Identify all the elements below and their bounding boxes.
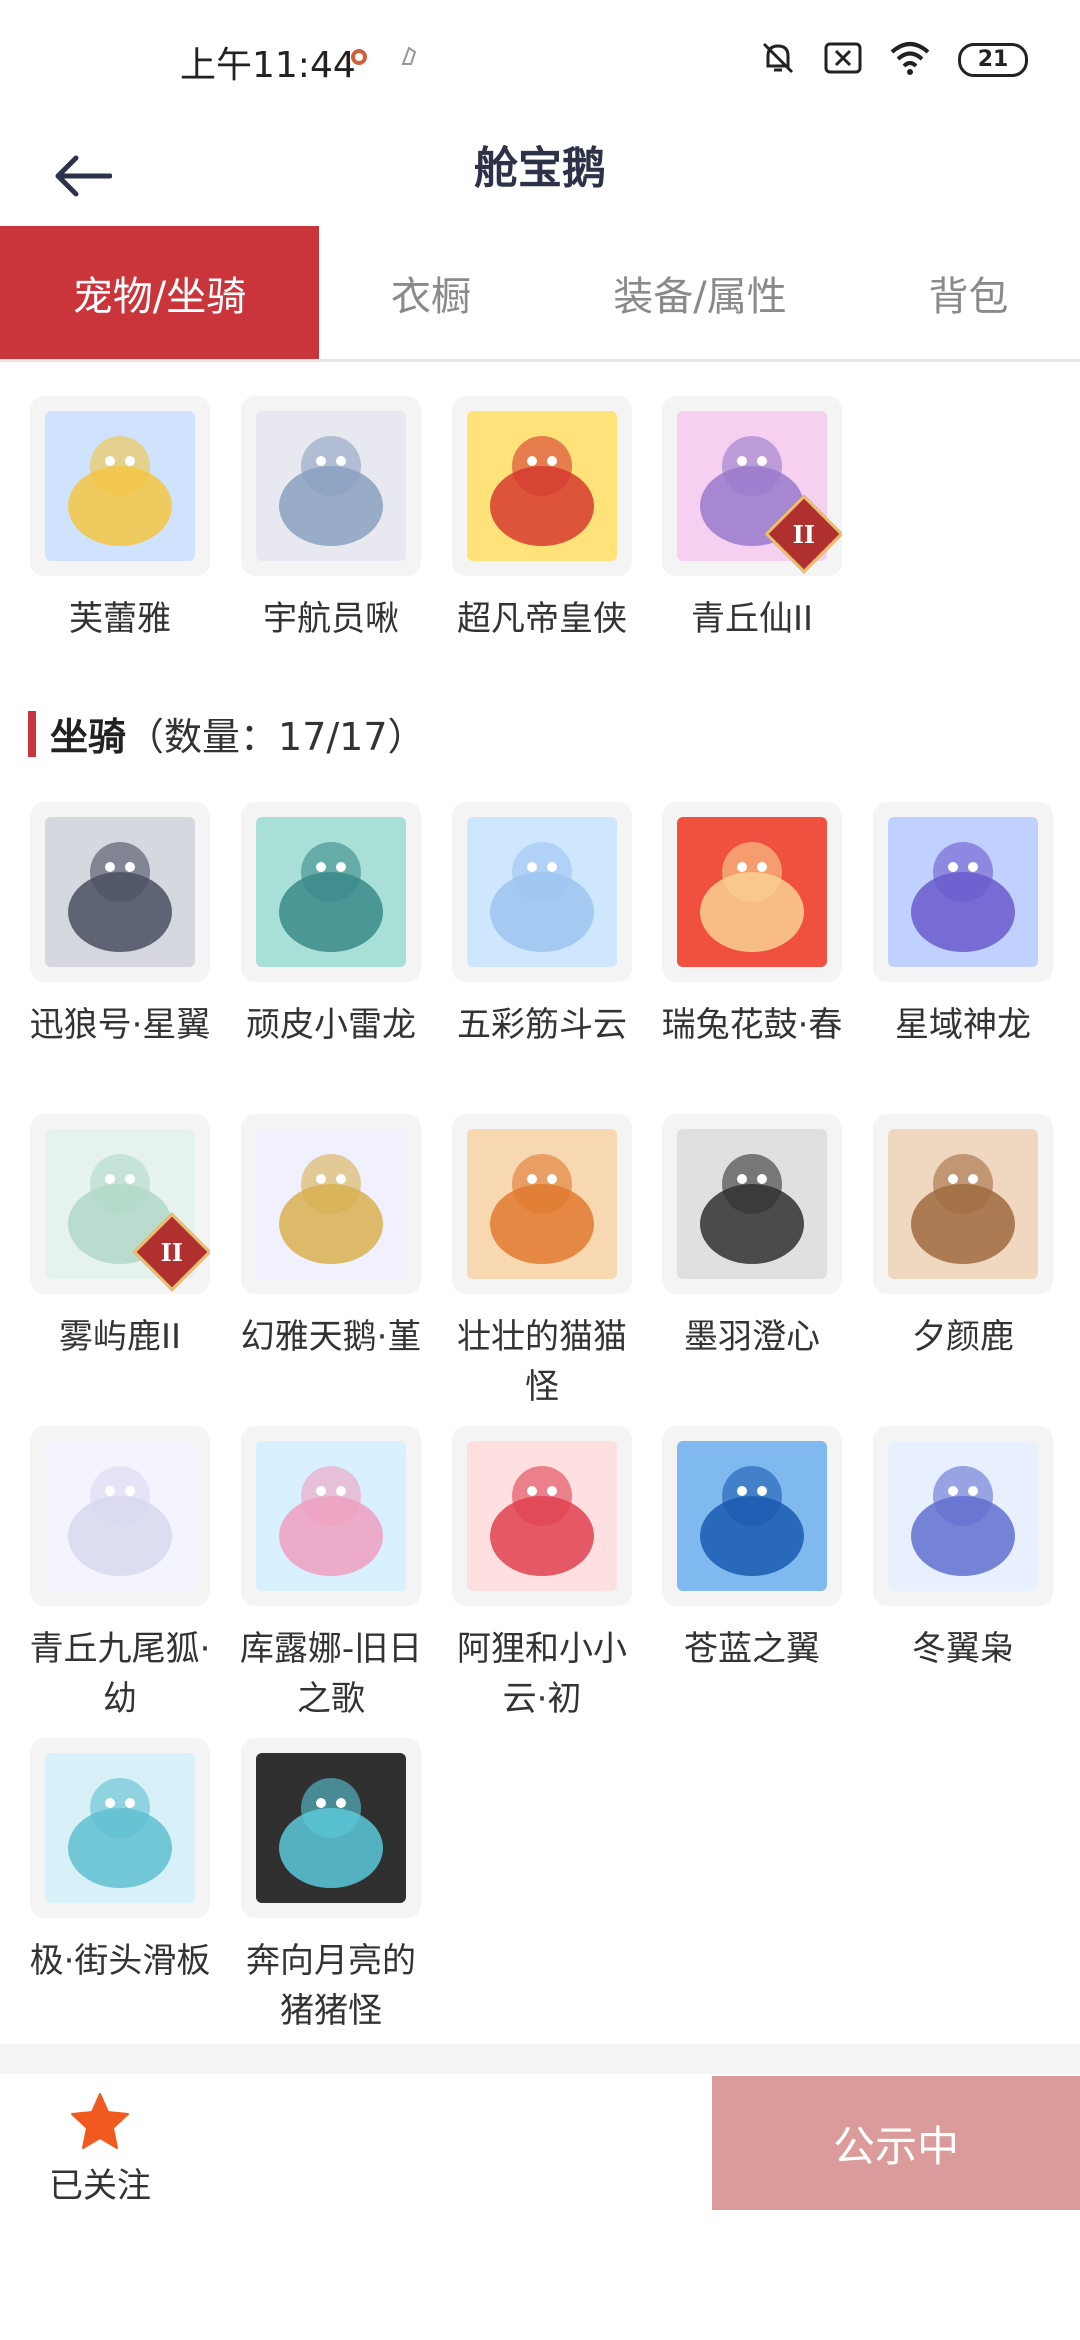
star-icon [71, 2093, 129, 2149]
mount-item[interactable]: 壮壮的猫猫怪 [437, 1114, 647, 1412]
item-name: 库露娜-旧日之歌 [239, 1629, 423, 1719]
mount-item[interactable]: 极·街头滑板 [15, 1738, 225, 1986]
item-thumbnail: II [30, 1114, 210, 1294]
item-name: 阿狸和小小云·初 [457, 1629, 627, 1719]
item-name: 雾屿鹿II [58, 1317, 182, 1357]
item-thumbnail [873, 802, 1053, 982]
notification-icons [345, 42, 423, 70]
follow-label: 已关注 [49, 2166, 151, 2206]
status-bar: 上午11:44 21 [0, 0, 1080, 120]
item-name: 夕颜鹿 [912, 1317, 1014, 1357]
mount-item[interactable]: 顽皮小雷龙 [226, 802, 436, 1050]
item-thumbnail [452, 396, 632, 576]
tab-equipment-attributes[interactable]: 装备/属性 [543, 226, 857, 359]
system-icons: 21 [758, 38, 1028, 82]
section-marker [28, 710, 36, 757]
section-count: （数量：17/17） [126, 715, 426, 759]
item-thumbnail [241, 1114, 421, 1294]
item-name: 芙蕾雅 [69, 599, 171, 639]
item-thumbnail [662, 1426, 842, 1606]
page-title: 舱宝鹅 [474, 143, 606, 194]
mount-item[interactable]: 夕颜鹿 [858, 1114, 1068, 1362]
mount-item[interactable]: 青丘九尾狐·幼 [15, 1426, 225, 1724]
status-time: 上午11:44 [180, 45, 356, 86]
mount-item[interactable]: 奔向月亮的猪猪怪 [226, 1738, 436, 2036]
mount-item[interactable]: 五彩筋斗云 [437, 802, 647, 1050]
follow-button[interactable]: 已关注 [40, 2092, 160, 2207]
mount-item[interactable]: 瑞兔花鼓·春 [647, 802, 857, 1050]
item-name: 青丘仙II [690, 599, 814, 639]
app-notification-icon [395, 42, 423, 70]
app-header: 舱宝鹅 [0, 120, 1080, 226]
mute-bell-icon [758, 38, 798, 82]
item-name: 宇航员啾 [263, 599, 399, 639]
item-thumbnail [30, 1426, 210, 1606]
section-title: 坐骑 [50, 715, 127, 759]
pet-item[interactable]: 芙蕾雅 [15, 396, 225, 644]
pet-item[interactable]: 宇航员啾 [226, 396, 436, 644]
item-thumbnail [662, 802, 842, 982]
item-thumbnail [241, 802, 421, 982]
divider [0, 2044, 1080, 2074]
tab-pets-mounts[interactable]: 宠物/坐骑 [0, 226, 319, 359]
item-thumbnail [241, 1426, 421, 1606]
mount-item[interactable]: 库露娜-旧日之歌 [226, 1426, 436, 1724]
wifi-icon [888, 40, 932, 80]
item-thumbnail [452, 1426, 632, 1606]
pet-item[interactable]: II 青丘仙II [647, 396, 857, 644]
item-thumbnail [662, 1114, 842, 1294]
item-name: 超凡帝皇侠 [457, 599, 627, 639]
item-thumbnail [30, 1738, 210, 1918]
item-name: 星域神龙 [895, 1005, 1031, 1045]
tab-backpack[interactable]: 背包 [857, 226, 1080, 359]
item-name: 奔向月亮的猪猪怪 [246, 1941, 416, 2031]
item-thumbnail [30, 396, 210, 576]
item-name: 幻雅天鹅·堇 [240, 1317, 422, 1357]
mount-item[interactable]: 迅狼号·星翼 [15, 802, 225, 1050]
mount-item[interactable]: 墨羽澄心 [647, 1114, 857, 1362]
item-name: 墨羽澄心 [684, 1317, 820, 1357]
tab-wardrobe[interactable]: 衣橱 [319, 226, 543, 359]
bottom-action-bar: 已关注 公示中 [0, 2074, 1080, 2340]
mount-item[interactable]: 冬翼枭 [858, 1426, 1068, 1674]
mount-item[interactable]: 幻雅天鹅·堇 [226, 1114, 436, 1362]
item-thumbnail [241, 1738, 421, 1918]
item-name: 五彩筋斗云 [457, 1005, 627, 1045]
item-thumbnail [241, 396, 421, 576]
item-name: 壮壮的猫猫怪 [457, 1317, 627, 1407]
pet-item[interactable]: 超凡帝皇侠 [437, 396, 647, 644]
item-thumbnail: II [662, 396, 842, 576]
mounts-section-header: 坐骑 （数量：17/17） [28, 706, 426, 761]
app-notification-icon [345, 42, 373, 70]
item-thumbnail [452, 802, 632, 982]
item-thumbnail [873, 1114, 1053, 1294]
item-name: 苍蓝之翼 [684, 1629, 820, 1669]
no-sim-icon [824, 42, 862, 78]
item-thumbnail [873, 1426, 1053, 1606]
item-name: 迅狼号·星翼 [29, 1005, 211, 1045]
item-thumbnail [30, 802, 210, 982]
battery-indicator: 21 [958, 43, 1028, 77]
mount-item[interactable]: 阿狸和小小云·初 [437, 1426, 647, 1724]
mount-item[interactable]: II 雾屿鹿II [15, 1114, 225, 1362]
mount-item[interactable]: 星域神龙 [858, 802, 1068, 1050]
item-name: 冬翼枭 [912, 1629, 1014, 1669]
public-notice-button[interactable]: 公示中 [712, 2076, 1080, 2210]
item-name: 极·街头滑板 [29, 1941, 211, 1981]
item-name: 顽皮小雷龙 [246, 1005, 416, 1045]
mount-item[interactable]: 苍蓝之翼 [647, 1426, 857, 1674]
tab-bar: 宠物/坐骑 衣橱 装备/属性 背包 [0, 226, 1080, 362]
item-name: 瑞兔花鼓·春 [661, 1005, 843, 1045]
item-thumbnail [452, 1114, 632, 1294]
item-name: 青丘九尾狐·幼 [29, 1629, 211, 1719]
